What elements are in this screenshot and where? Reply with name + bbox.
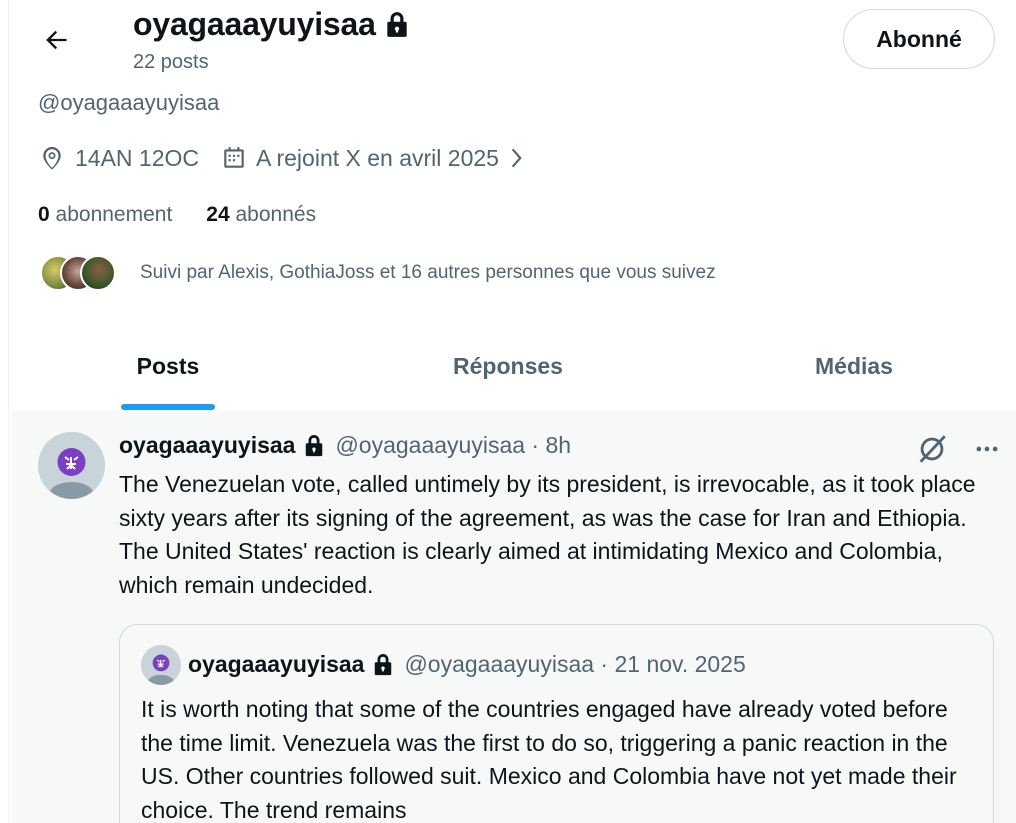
following-count: 0 bbox=[38, 203, 50, 226]
followers-label: abonnés bbox=[235, 203, 317, 226]
quoted-post-text: It is worth noting that some of the coun… bbox=[141, 696, 957, 823]
post-actions bbox=[915, 432, 1001, 466]
profile-header: oyagaaayuyisaa 22 posts Abonné bbox=[0, 0, 1016, 86]
post-header: oyagaaayuyisaa @oyagaaayuyisaa · 8h bbox=[119, 432, 571, 459]
location-item: 14AN 12OC bbox=[38, 144, 199, 172]
lock-icon bbox=[387, 11, 407, 37]
location-pin-icon bbox=[43, 146, 61, 170]
tab-label: Médias bbox=[815, 352, 893, 379]
join-date-item[interactable]: A rejoint X en avril 2025 bbox=[221, 145, 526, 172]
followed-by-text: Suivi par Alexis, GothiaJoss et 16 autre… bbox=[140, 262, 716, 283]
location-text: 14AN 12OC bbox=[75, 144, 200, 171]
followed-by-avatars bbox=[40, 253, 120, 293]
quoted-post-header: oyagaaayuyisaa @oyagaaayuyisaa · 21 nov.… bbox=[188, 651, 746, 678]
arrow-left-icon bbox=[46, 30, 67, 50]
profile-tabs: Posts Réponses Médias bbox=[12, 322, 1016, 410]
post-author-avatar[interactable] bbox=[38, 432, 105, 499]
quoted-author-name: oyagaaayuyisaa bbox=[188, 651, 365, 677]
following-button[interactable]: Abonné bbox=[843, 9, 995, 69]
followed-by-link[interactable]: Suivi par Alexis, GothiaJoss et 16 autre… bbox=[40, 253, 716, 293]
avatar-emblem-icon bbox=[141, 645, 181, 685]
chevron-right-icon bbox=[511, 148, 522, 168]
column-border bbox=[8, 0, 9, 823]
lock-icon bbox=[375, 653, 392, 675]
back-button[interactable] bbox=[36, 20, 76, 60]
tab-media[interactable]: Médias bbox=[692, 322, 1016, 410]
profile-handle: @oyagaaayuyisaa bbox=[38, 90, 220, 115]
follow-counts: 0 abonnement 24 abonnés bbox=[38, 203, 316, 227]
tab-label: Posts bbox=[136, 352, 200, 379]
calendar-icon bbox=[224, 147, 244, 168]
title-row: oyagaaayuyisaa bbox=[133, 6, 410, 43]
more-options-icon[interactable] bbox=[973, 435, 1001, 463]
following-label: abonnement bbox=[55, 203, 173, 226]
quoted-post[interactable]: oyagaaayuyisaa @oyagaaayuyisaa · 21 nov.… bbox=[119, 624, 994, 823]
quoted-lock bbox=[372, 653, 394, 677]
post-count: 22 posts bbox=[133, 51, 209, 73]
tab-label: Réponses bbox=[453, 352, 563, 379]
avatar-emblem-icon bbox=[38, 432, 105, 499]
quoted-handle-time: @oyagaaayuyisaa · 21 nov. 2025 bbox=[404, 651, 746, 677]
lock-icon bbox=[306, 434, 323, 456]
quoted-author-avatar bbox=[141, 645, 181, 685]
followers-count-link[interactable]: 24 abonnés bbox=[206, 203, 316, 227]
grok-icon[interactable] bbox=[915, 432, 949, 466]
profile-title: oyagaaayuyisaa bbox=[133, 6, 376, 42]
post-lock bbox=[303, 434, 325, 458]
post-handle-time[interactable]: @oyagaaayuyisaa · 8h bbox=[335, 432, 571, 459]
avatar bbox=[80, 255, 116, 291]
profile-meta: 14AN 12OC A rejoint X en avril 2025 bbox=[38, 144, 526, 172]
tab-replies[interactable]: Réponses bbox=[324, 322, 692, 410]
join-date-text: A rejoint X en avril 2025 bbox=[256, 144, 499, 171]
following-count-link[interactable]: 0 abonnement bbox=[38, 203, 172, 227]
tab-posts[interactable]: Posts bbox=[12, 322, 324, 410]
post-author-name[interactable]: oyagaaayuyisaa bbox=[119, 432, 295, 459]
followers-count: 24 bbox=[206, 203, 230, 226]
post-text: The Venezuelan vote, called untimely by … bbox=[119, 471, 976, 598]
